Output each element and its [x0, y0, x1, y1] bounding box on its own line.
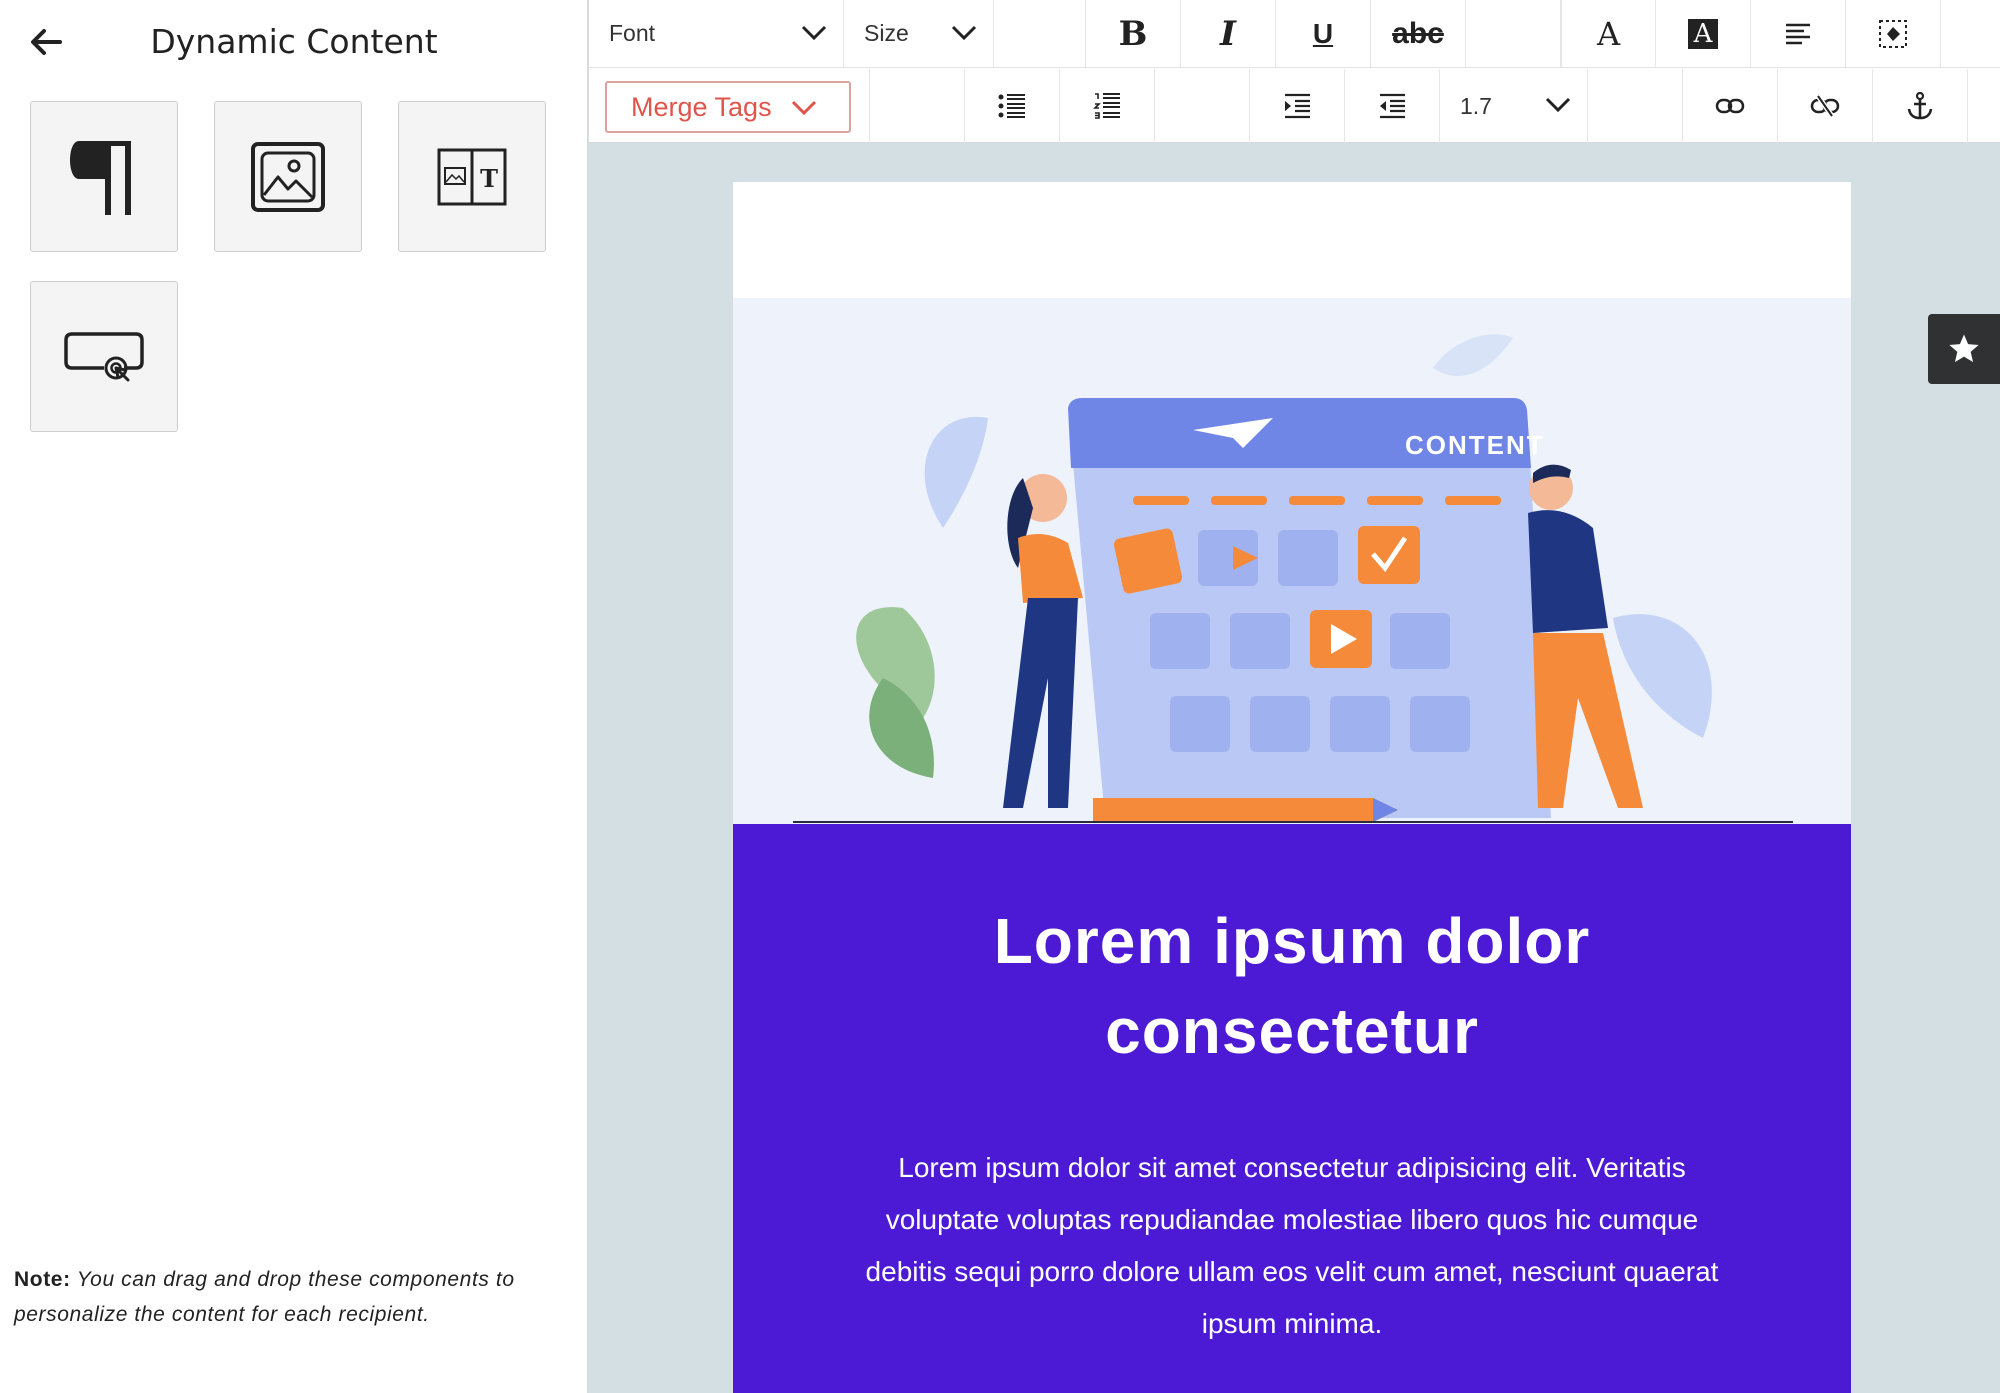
dynamic-content-sidebar: Dynamic Content T Note: You can drag and…	[0, 0, 588, 1393]
font-color-button[interactable]: A	[1561, 0, 1656, 67]
background-color-button[interactable]: A	[1656, 0, 1751, 67]
unlink-icon	[1810, 95, 1840, 117]
svg-text:T: T	[480, 164, 498, 193]
image-text-tile[interactable]: T	[398, 101, 546, 252]
numbered-list-icon	[1093, 93, 1120, 119]
font-select[interactable]: Font	[589, 0, 844, 67]
button-tile[interactable]	[30, 281, 178, 432]
paragraph-icon	[70, 140, 131, 215]
indent-button[interactable]	[1250, 69, 1345, 143]
bold-label: B	[1118, 13, 1148, 54]
image-tile[interactable]	[214, 101, 362, 252]
toolbar-spacer-3	[870, 69, 965, 143]
toolbar-row-1: Font Size B I U abc A A	[589, 0, 2000, 68]
image-icon	[251, 141, 325, 212]
anchor-icon	[1907, 92, 1933, 120]
insert-link-button[interactable]	[1683, 69, 1778, 143]
email-headline[interactable]: Lorem ipsum dolor consectetur	[833, 896, 1751, 1076]
bulleted-list-button[interactable]	[965, 69, 1060, 143]
note-text: You can drag and drop these components t…	[14, 1268, 515, 1326]
toolbar-row-2: Merge Tags 1.7	[589, 69, 2000, 143]
align-button[interactable]	[1751, 0, 1846, 67]
indent-icon	[1285, 93, 1310, 119]
toolbar-spacer-5	[1588, 69, 1683, 143]
paragraph-tile[interactable]	[30, 101, 178, 252]
align-left-icon	[1786, 23, 1810, 44]
underline-button[interactable]: U	[1276, 0, 1371, 67]
chevron-down-icon	[791, 100, 817, 116]
outdent-icon	[1380, 93, 1405, 119]
size-select-label: Size	[864, 20, 909, 46]
line-height-value: 1.7	[1460, 92, 1492, 119]
sidebar-header: Dynamic Content	[0, 0, 588, 84]
bg-color-label: A	[1688, 18, 1718, 49]
anchor-button[interactable]	[1873, 69, 1968, 143]
toolbar-spacer	[994, 0, 1086, 67]
toolbar-spacer-4	[1155, 69, 1250, 143]
star-icon	[1949, 334, 1979, 363]
strikethrough-button[interactable]: abc	[1371, 0, 1466, 67]
font-select-label: Font	[609, 20, 656, 46]
content-calendar-illustration: CONTENT	[793, 334, 1793, 823]
email-body-text[interactable]: Lorem ipsum dolor sit amet consectetur a…	[843, 1142, 1741, 1350]
hero-image[interactable]: CONTENT	[733, 298, 1851, 824]
remove-link-button[interactable]	[1778, 69, 1873, 143]
toolbar-spacer-2	[1466, 0, 1561, 67]
bulleted-list-icon	[998, 94, 1025, 118]
strikethrough-label: abc	[1392, 16, 1444, 50]
bold-button[interactable]: B	[1086, 0, 1181, 67]
email-canvas[interactable]: CONTENT Lorem ipsum dolor consectetur Lo…	[733, 182, 1851, 1393]
outdent-button[interactable]	[1345, 69, 1440, 143]
button-click-icon	[64, 331, 144, 381]
format-select-icon	[1879, 19, 1907, 48]
numbered-list-button[interactable]	[1060, 69, 1155, 143]
font-color-label: A	[1596, 14, 1621, 53]
rich-text-toolbar: Font Size B I U abc A A Merge Tags 1.7	[589, 0, 2000, 143]
link-icon	[1715, 98, 1745, 114]
sidebar-title: Dynamic Content	[150, 22, 438, 61]
italic-label: I	[1220, 13, 1236, 54]
sidebar-note: Note: You can drag and drop these compon…	[14, 1262, 574, 1332]
chevron-down-icon	[951, 25, 977, 40]
note-label: Note:	[14, 1268, 71, 1291]
chevron-down-icon	[1545, 97, 1571, 113]
image-text-icon: T	[437, 148, 507, 205]
underline-label: U	[1312, 17, 1334, 49]
clear-format-button[interactable]	[1846, 0, 1941, 67]
chevron-down-icon	[801, 25, 827, 40]
italic-button[interactable]: I	[1181, 0, 1276, 67]
size-select[interactable]: Size	[844, 0, 994, 67]
merge-tags-label: Merge Tags	[631, 91, 772, 122]
hero-caption: CONTENT	[1405, 430, 1545, 460]
email-content-block[interactable]: Lorem ipsum dolor consectetur Lorem ipsu…	[733, 824, 1851, 1393]
line-height-select[interactable]: 1.7	[1440, 69, 1588, 143]
merge-tags-dropdown[interactable]: Merge Tags	[605, 81, 851, 133]
favorites-tab[interactable]	[1928, 314, 2000, 384]
